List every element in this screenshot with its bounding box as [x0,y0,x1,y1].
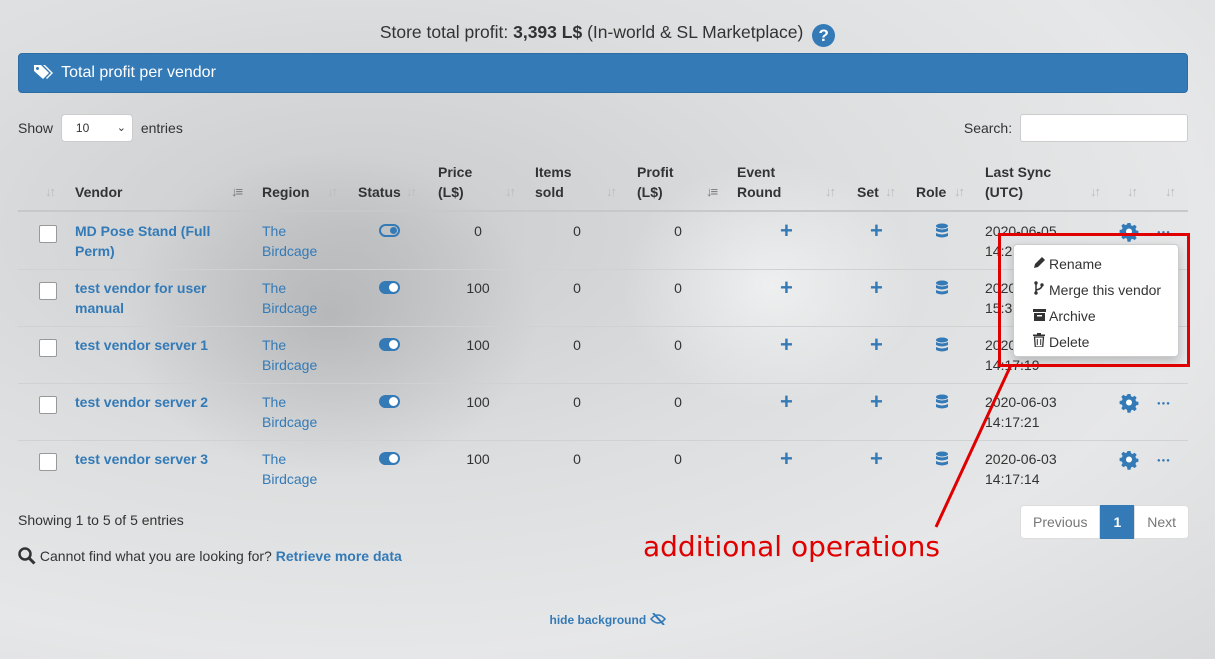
annotation-label: additional operations [643,530,940,563]
annotation-arrow [934,364,1013,528]
